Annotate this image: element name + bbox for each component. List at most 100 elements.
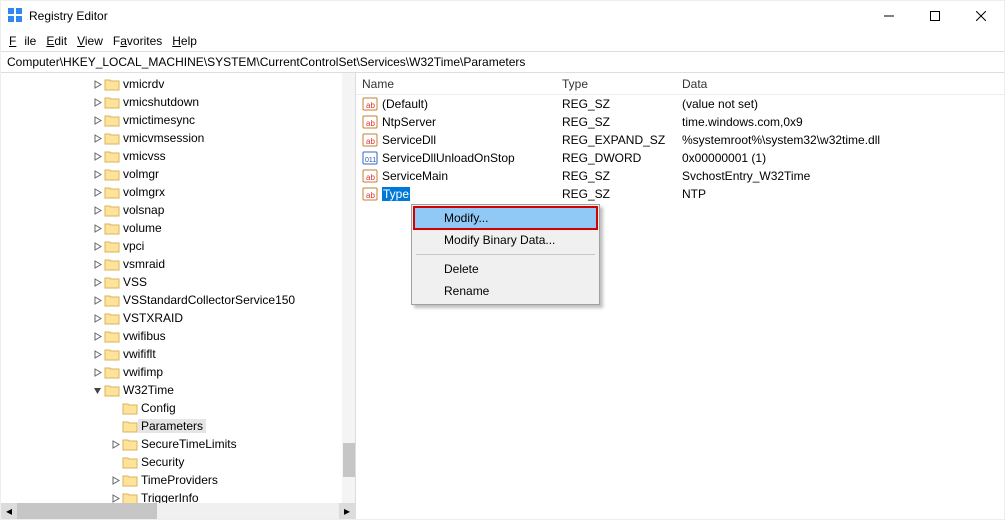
chevron-right-icon[interactable] bbox=[91, 114, 104, 127]
menu-help[interactable]: Help bbox=[168, 33, 201, 49]
list-row[interactable]: 011ServiceDllUnloadOnStopREG_DWORD0x0000… bbox=[356, 149, 1004, 167]
value-data: 0x00000001 (1) bbox=[676, 151, 1004, 165]
chevron-right-icon[interactable] bbox=[91, 168, 104, 181]
value-list: Name Type Data ab(Default)REG_SZ(value n… bbox=[356, 73, 1004, 519]
tree-item[interactable]: volmgr bbox=[1, 165, 355, 183]
chevron-right-icon[interactable] bbox=[91, 78, 104, 91]
tree-item[interactable]: TimeProviders bbox=[1, 471, 355, 489]
tree-item-label: Config bbox=[138, 401, 179, 415]
chevron-right-icon[interactable] bbox=[91, 186, 104, 199]
tree-item[interactable]: vmicshutdown bbox=[1, 93, 355, 111]
chevron-right-icon[interactable] bbox=[91, 348, 104, 361]
tree-item[interactable]: vpci bbox=[1, 237, 355, 255]
tree-item-label: TimeProviders bbox=[138, 473, 221, 487]
ctx-rename[interactable]: Rename bbox=[414, 280, 597, 302]
tree-item-label: vmicvss bbox=[120, 149, 169, 163]
tree-item[interactable]: Security bbox=[1, 453, 355, 471]
chevron-right-icon[interactable] bbox=[109, 438, 122, 451]
list-header[interactable]: Name Type Data bbox=[356, 73, 1004, 95]
tree-item-label: vmicshutdown bbox=[120, 95, 202, 109]
chevron-right-icon[interactable] bbox=[91, 150, 104, 163]
svg-text:ab: ab bbox=[366, 119, 375, 128]
chevron-down-icon[interactable] bbox=[91, 384, 104, 397]
tree-item[interactable]: volsnap bbox=[1, 201, 355, 219]
tree-item[interactable]: volume bbox=[1, 219, 355, 237]
list-row[interactable]: ab(Default)REG_SZ(value not set) bbox=[356, 95, 1004, 113]
svg-text:ab: ab bbox=[366, 101, 375, 110]
maximize-button[interactable] bbox=[912, 1, 958, 31]
tree-item[interactable]: Config bbox=[1, 399, 355, 417]
chevron-right-icon[interactable] bbox=[109, 474, 122, 487]
list-row[interactable]: abServiceMainREG_SZSvchostEntry_W32Time bbox=[356, 167, 1004, 185]
chevron-right-icon[interactable] bbox=[91, 294, 104, 307]
tree-item[interactable]: vsmraid bbox=[1, 255, 355, 273]
chevron-right-icon[interactable] bbox=[91, 276, 104, 289]
scroll-left-icon[interactable]: ◂ bbox=[1, 503, 17, 519]
key-tree[interactable]: vmicrdv vmicshutdown vmictimesyncvmicvmses… bbox=[1, 73, 356, 519]
tree-item[interactable]: SecureTimeLimits bbox=[1, 435, 355, 453]
tree-item[interactable]: vmictimesync bbox=[1, 111, 355, 129]
ctx-modify[interactable]: Modify... bbox=[414, 207, 597, 229]
tree-item[interactable]: vwifibus bbox=[1, 327, 355, 345]
address-bar[interactable]: Computer\HKEY_LOCAL_MACHINE\SYSTEM\Curre… bbox=[1, 51, 1004, 73]
folder-icon bbox=[104, 294, 120, 307]
col-name[interactable]: Name bbox=[356, 77, 556, 91]
chevron-right-icon[interactable] bbox=[91, 240, 104, 253]
value-name: (Default) bbox=[382, 97, 428, 111]
menu-edit[interactable]: Edit bbox=[42, 33, 71, 49]
registry-editor-window: Registry Editor File Edit View Favorites… bbox=[0, 0, 1005, 520]
chevron-right-icon[interactable] bbox=[91, 330, 104, 343]
chevron-right-icon[interactable] bbox=[91, 366, 104, 379]
tree-horizontal-scrollbar[interactable]: ◂ ▸ bbox=[1, 503, 355, 519]
string-value-icon: ab bbox=[362, 168, 378, 184]
tree-item[interactable]: VSTXRAID bbox=[1, 309, 355, 327]
tree-item[interactable]: vwifimp bbox=[1, 363, 355, 381]
tree-item[interactable]: vwififlt bbox=[1, 345, 355, 363]
folder-icon bbox=[104, 186, 120, 199]
svg-text:ab: ab bbox=[366, 191, 375, 200]
chevron-right-icon[interactable] bbox=[91, 222, 104, 235]
svg-text:011: 011 bbox=[365, 157, 376, 164]
col-type[interactable]: Type bbox=[556, 77, 676, 91]
tree-item[interactable]: vmicvss bbox=[1, 147, 355, 165]
chevron-right-icon[interactable] bbox=[91, 204, 104, 217]
chevron-right-icon[interactable] bbox=[91, 258, 104, 271]
tree-item[interactable]: vmicrdv bbox=[1, 75, 355, 93]
tree-item-label: volsnap bbox=[120, 203, 167, 217]
tree-item[interactable]: Parameters bbox=[1, 417, 355, 435]
scroll-thumb[interactable] bbox=[17, 503, 157, 519]
folder-icon bbox=[104, 168, 120, 181]
tree-item[interactable]: W32Time bbox=[1, 381, 355, 399]
col-data[interactable]: Data bbox=[676, 77, 1004, 91]
tree-item[interactable]: vmicvmsession bbox=[1, 129, 355, 147]
close-button[interactable] bbox=[958, 1, 1004, 31]
minimize-button[interactable] bbox=[866, 1, 912, 31]
scroll-right-icon[interactable]: ▸ bbox=[339, 503, 355, 519]
list-row[interactable]: abServiceDllREG_EXPAND_SZ%systemroot%\sy… bbox=[356, 131, 1004, 149]
list-row[interactable]: abNtpServerREG_SZtime.windows.com,0x9 bbox=[356, 113, 1004, 131]
value-type: REG_SZ bbox=[556, 169, 676, 183]
chevron-right-icon[interactable] bbox=[91, 132, 104, 145]
binary-value-icon: 011 bbox=[362, 150, 378, 166]
tree-vertical-scrollbar[interactable] bbox=[342, 73, 355, 503]
ctx-modify-binary[interactable]: Modify Binary Data... bbox=[414, 229, 597, 251]
ctx-delete[interactable]: Delete bbox=[414, 258, 597, 280]
list-row[interactable]: abTypeREG_SZNTP bbox=[356, 185, 1004, 203]
tree-item[interactable]: VSS bbox=[1, 273, 355, 291]
tree-item-label: SecureTimeLimits bbox=[138, 437, 240, 451]
folder-icon bbox=[104, 240, 120, 253]
menu-view[interactable]: View bbox=[73, 33, 107, 49]
folder-icon bbox=[104, 258, 120, 271]
chevron-right-icon[interactable] bbox=[91, 96, 104, 109]
tree-item[interactable]: VSStandardCollectorService150 bbox=[1, 291, 355, 309]
folder-icon bbox=[104, 78, 120, 91]
tree-item[interactable]: volmgrx bbox=[1, 183, 355, 201]
menu-file[interactable]: File bbox=[5, 33, 40, 49]
tree-item-label: Parameters bbox=[138, 419, 206, 433]
chevron-right-icon[interactable] bbox=[91, 312, 104, 325]
menu-favorites[interactable]: Favorites bbox=[109, 33, 166, 49]
tree-item-label: VSStandardCollectorService150 bbox=[120, 293, 298, 307]
value-type: REG_SZ bbox=[556, 115, 676, 129]
folder-icon bbox=[104, 348, 120, 361]
folder-icon bbox=[104, 222, 120, 235]
